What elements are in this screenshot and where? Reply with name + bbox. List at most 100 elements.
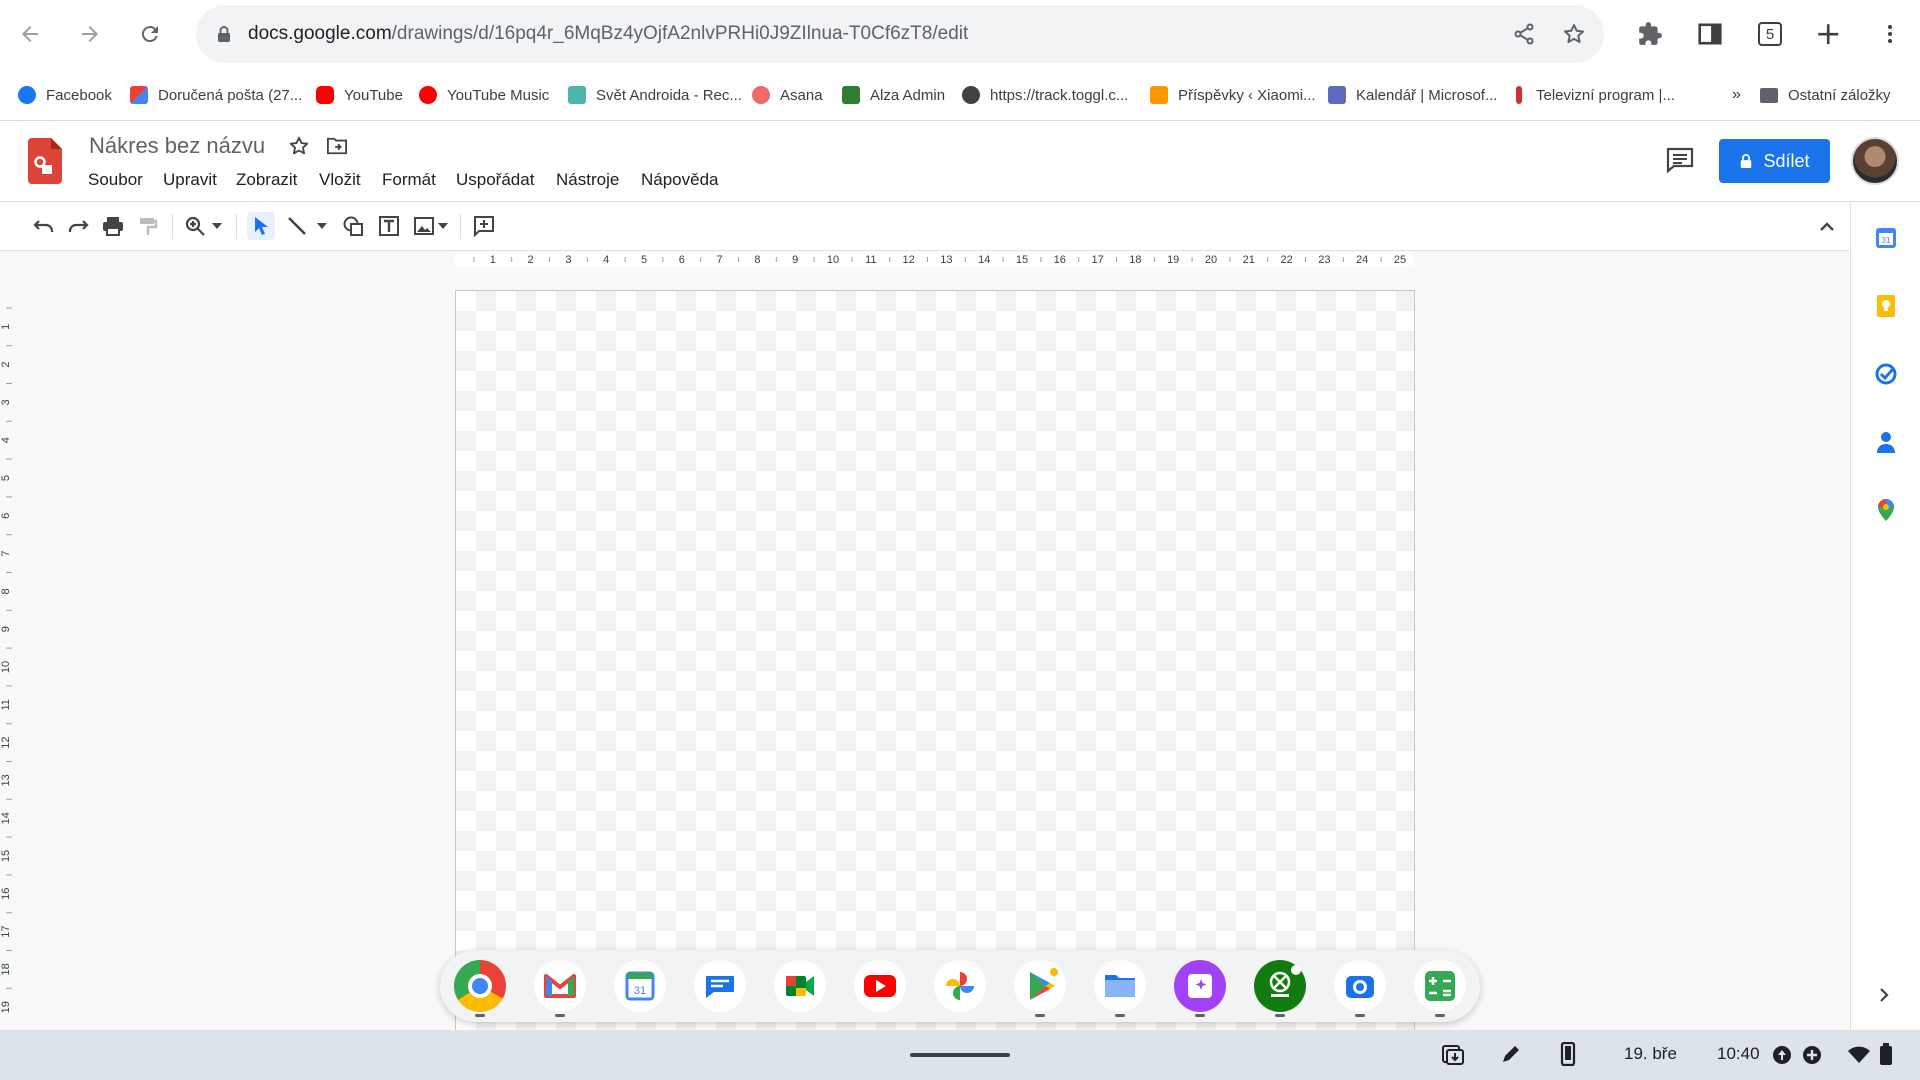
- redo-icon[interactable]: [64, 212, 92, 240]
- ruler-tick-label: 22: [1280, 254, 1292, 266]
- bookmark-xiaomi[interactable]: Příspěvky ‹ Xiaomi...: [1150, 83, 1316, 107]
- tab-counter[interactable]: 5: [1752, 16, 1788, 52]
- extensions-icon[interactable]: [1632, 16, 1668, 52]
- ruler-tick-label: 14: [0, 812, 12, 824]
- bookmark-youtube-music[interactable]: YouTube Music: [419, 83, 549, 107]
- document-title[interactable]: Nákres bez názvu: [89, 133, 265, 159]
- keep-icon[interactable]: [1874, 294, 1898, 318]
- meet-app-icon[interactable]: [774, 960, 826, 1012]
- ruler-tick-label: 13: [0, 774, 12, 786]
- text-box-icon[interactable]: [375, 212, 403, 240]
- menu-zobrazit[interactable]: Zobrazit: [236, 170, 297, 190]
- star-icon[interactable]: [288, 135, 310, 157]
- collapse-menus-icon[interactable]: [1813, 212, 1841, 240]
- line-icon[interactable]: [283, 212, 311, 240]
- bookmark-toggl[interactable]: https://track.toggl.c...: [962, 83, 1128, 107]
- photos-app-icon[interactable]: [934, 960, 986, 1012]
- more-vert-icon[interactable]: [1872, 16, 1908, 52]
- stylus-icon[interactable]: [1500, 1043, 1522, 1065]
- upload-status-icon[interactable]: [1772, 1045, 1792, 1065]
- youtube-app-icon[interactable]: [854, 960, 906, 1012]
- bookmark-alza-admin[interactable]: Alza Admin: [842, 83, 945, 107]
- ruler-tick-label: 20: [1205, 254, 1217, 266]
- lock-icon[interactable]: [216, 25, 232, 43]
- gmail-app-icon[interactable]: [534, 960, 586, 1012]
- menu-format[interactable]: Formát: [382, 170, 436, 190]
- ruler-tick-label: 1: [0, 324, 12, 330]
- ruler-tick-label: 19: [1167, 254, 1179, 266]
- menu-vlozit[interactable]: Vložit: [319, 170, 361, 190]
- ruler-tick-label: 21: [1243, 254, 1255, 266]
- new-tab-icon[interactable]: [1810, 16, 1846, 52]
- image-icon[interactable]: [410, 212, 438, 240]
- account-avatar[interactable]: [1851, 137, 1899, 185]
- forward-icon[interactable]: [72, 16, 108, 52]
- bookmark-facebook[interactable]: Facebook: [18, 83, 112, 107]
- menu-usporadat[interactable]: Uspořádat: [456, 170, 534, 190]
- address-bar[interactable]: docs.google.com/drawings/d/16pq4r_6MqBz4…: [196, 5, 1604, 63]
- calculator-app-icon[interactable]: [1414, 960, 1466, 1012]
- share-button[interactable]: Sdílet: [1719, 139, 1830, 183]
- back-icon[interactable]: [12, 16, 48, 52]
- image-dropdown-icon[interactable]: [436, 212, 450, 240]
- status-time[interactable]: 10:40: [1717, 1044, 1760, 1064]
- game-pass-app-icon[interactable]: [1254, 960, 1306, 1012]
- add-comment-icon[interactable]: [470, 212, 498, 240]
- camera-app-icon[interactable]: [1334, 960, 1386, 1012]
- comment-history-icon[interactable]: [1666, 147, 1694, 173]
- other-bookmarks[interactable]: Ostatní záložky: [1760, 83, 1891, 107]
- screen-capture-icon[interactable]: [1440, 1043, 1464, 1067]
- calendar-icon[interactable]: 31: [1874, 226, 1898, 250]
- paint-format-icon[interactable]: [134, 212, 162, 240]
- drawing-canvas[interactable]: [455, 290, 1415, 1032]
- move-folder-icon[interactable]: [326, 136, 348, 156]
- expand-panel-icon[interactable]: [1878, 986, 1902, 1010]
- ruler-tick-label: 15: [1016, 254, 1028, 266]
- play-store-app-icon[interactable]: [1014, 960, 1066, 1012]
- ruler-tick-label: 7: [0, 551, 12, 557]
- calendar-app-icon[interactable]: 31: [614, 960, 666, 1012]
- line-dropdown-icon[interactable]: [315, 212, 329, 240]
- status-date[interactable]: 19. bře: [1624, 1044, 1677, 1064]
- running-indicator: [1195, 1014, 1205, 1017]
- undo-icon[interactable]: [30, 212, 58, 240]
- menu-soubor[interactable]: Soubor: [88, 170, 143, 190]
- bookmark-star-icon[interactable]: [1562, 22, 1586, 46]
- ruler-tick-label: 6: [0, 513, 12, 519]
- url-domain: docs.google.com: [248, 23, 392, 44]
- share-page-icon[interactable]: [1512, 22, 1536, 46]
- gallery-app-icon[interactable]: [1174, 960, 1226, 1012]
- drawings-logo-icon[interactable]: [28, 138, 62, 184]
- side-panel-icon[interactable]: [1692, 16, 1728, 52]
- reload-icon[interactable]: [132, 16, 168, 52]
- bookmark-gmail[interactable]: Doručená pošta (27...: [130, 83, 302, 107]
- download-status-icon[interactable]: [1802, 1045, 1822, 1065]
- bookmark-svet-androida[interactable]: Svět Androida - Rec...: [568, 83, 742, 107]
- ruler-tick-label: 4: [0, 437, 12, 443]
- chrome-app-icon[interactable]: [454, 960, 506, 1012]
- bookmark-tv-program[interactable]: Televizní program |...: [1516, 83, 1675, 107]
- menu-nastroje[interactable]: Nástroje: [556, 170, 619, 190]
- tasks-icon[interactable]: [1874, 362, 1898, 386]
- menu-napoveda[interactable]: Nápověda: [641, 170, 719, 190]
- bookmarks-bar: Facebook Doručená pošta (27... YouTube Y…: [0, 80, 1920, 110]
- battery-icon[interactable]: [1880, 1043, 1892, 1065]
- bookmark-asana[interactable]: Asana: [752, 83, 823, 107]
- running-indicator: [475, 1014, 485, 1017]
- bookmark-kalendar[interactable]: Kalendář | Microsof...: [1328, 83, 1497, 107]
- messages-app-icon[interactable]: [694, 960, 746, 1012]
- maps-icon[interactable]: [1874, 498, 1898, 522]
- hotseat-handle[interactable]: [910, 1053, 1010, 1057]
- files-app-icon[interactable]: [1094, 960, 1146, 1012]
- wifi-icon[interactable]: [1847, 1046, 1871, 1064]
- contacts-icon[interactable]: [1874, 430, 1898, 454]
- phone-hub-icon[interactable]: [1560, 1042, 1576, 1066]
- bookmark-youtube[interactable]: YouTube: [316, 83, 403, 107]
- print-icon[interactable]: [99, 212, 127, 240]
- bookmarks-overflow[interactable]: »: [1732, 83, 1741, 107]
- menu-upravit[interactable]: Upravit: [163, 170, 217, 190]
- zoom-dropdown-icon[interactable]: [210, 212, 224, 240]
- shape-icon[interactable]: [339, 212, 367, 240]
- zoom-icon[interactable]: [181, 212, 209, 240]
- select-icon[interactable]: [247, 212, 275, 240]
